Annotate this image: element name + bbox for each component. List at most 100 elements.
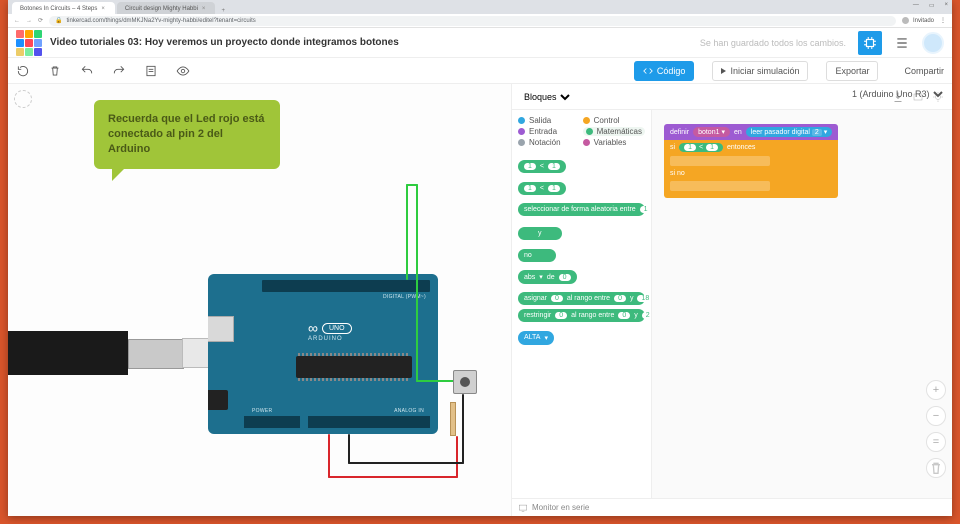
block-compare[interactable]: 1<1 — [518, 160, 566, 173]
monitor-icon — [518, 503, 528, 513]
zoom-fit-button[interactable]: = — [926, 432, 946, 452]
visibility-icon[interactable] — [176, 64, 190, 78]
simulate-button[interactable]: Iniciar simulación — [712, 61, 808, 81]
chip-icon — [863, 36, 877, 50]
zoom-in-button[interactable]: + — [926, 380, 946, 400]
profile-name: Invitado — [913, 18, 934, 24]
layout-button[interactable] — [890, 31, 914, 55]
code-icon — [643, 66, 653, 76]
resistor-component[interactable] — [450, 402, 456, 436]
block-not[interactable]: no — [518, 249, 556, 262]
pushbutton-component[interactable] — [453, 370, 477, 394]
grid-icon — [895, 36, 909, 50]
url: tinkercad.com/things/dmMKJNa2Yv-mighty-h… — [67, 18, 256, 24]
code-panel: Bloques 1 (Arduino Uno R3) Salida Contro… — [512, 84, 952, 516]
block-alta[interactable]: ALTA ▾ — [518, 331, 554, 345]
cat-variables[interactable]: Variables — [583, 138, 645, 147]
share-button[interactable]: Compartir — [896, 62, 944, 80]
export-button[interactable]: Exportar — [826, 61, 878, 81]
new-tab-button[interactable]: + — [221, 8, 225, 14]
arduino-brand: ARDUINO — [308, 336, 343, 342]
code-label: Código — [657, 66, 686, 76]
usb-cable[interactable] — [8, 331, 128, 375]
power-label: POWER — [252, 408, 272, 414]
arduino-digital-header[interactable] — [262, 280, 430, 292]
profile-avatar-icon[interactable] — [902, 17, 909, 24]
wire-black[interactable] — [462, 394, 464, 464]
wire-green[interactable] — [416, 184, 418, 382]
tutorial-hint: Recuerda que el Led rojo está conectado … — [94, 100, 280, 169]
window-minimize[interactable]: — — [913, 2, 919, 9]
trash-icon — [928, 459, 944, 477]
code-button[interactable]: Código — [634, 61, 695, 81]
wire-red[interactable] — [328, 434, 330, 478]
trash-icon[interactable] — [48, 64, 62, 78]
code-mode-select[interactable]: Bloques — [520, 91, 573, 103]
block-palette[interactable]: Salida Control Entrada Matemáticas Notac… — [512, 110, 652, 498]
tab-label: Circuit design Mighty Habbi — [125, 6, 198, 12]
tinkercad-logo[interactable] — [16, 30, 42, 56]
arduino-analog-header[interactable] — [308, 416, 430, 428]
wire-black[interactable] — [348, 462, 464, 464]
project-title[interactable]: Video tutoriales 03: Hoy veremos un proy… — [50, 37, 692, 48]
rotate-icon[interactable] — [16, 64, 30, 78]
block-map[interactable]: asignar0al rango entre0y18 — [518, 292, 645, 305]
address-bar[interactable]: 🔒 tinkercad.com/things/dmMKJNa2Yv-mighty… — [49, 16, 896, 26]
browser-tab[interactable]: Circuit design Mighty Habbi × — [117, 2, 216, 14]
editor-toolbar: Código Iniciar simulación Exportar Compa… — [8, 58, 952, 84]
browser-tabstrip: Botones In Circuits – 4 Steps × Circuit d… — [8, 0, 952, 14]
block-if[interactable]: si 1<1 entonces si no — [664, 140, 838, 198]
user-avatar[interactable] — [922, 32, 944, 54]
lock-icon: 🔒 — [55, 17, 62, 24]
play-icon — [721, 68, 726, 74]
block-workspace[interactable]: definir boton1 ▾ en leer pasador digital… — [652, 110, 952, 498]
code-panel-toolbar: Bloques 1 (Arduino Uno R3) — [512, 84, 952, 110]
wire-black[interactable] — [348, 434, 350, 464]
wire-green[interactable] — [416, 380, 456, 382]
cat-matematicas[interactable]: Matemáticas — [583, 127, 645, 136]
back-icon[interactable]: ← — [14, 18, 20, 24]
block-abs[interactable]: abs▾ de0 — [518, 270, 577, 284]
zoom-out-button[interactable]: − — [926, 406, 946, 426]
browser-menu-icon[interactable]: ⋮ — [940, 17, 946, 24]
block-define[interactable]: definir boton1 ▾ en leer pasador digital… — [664, 124, 838, 140]
wire-green[interactable] — [406, 184, 408, 280]
save-status: Se han guardado todos los cambios. — [700, 38, 846, 48]
wire-red[interactable] — [456, 436, 458, 478]
workspace-trash[interactable] — [926, 458, 946, 478]
pan-control[interactable] — [14, 90, 32, 108]
wire-red[interactable] — [328, 476, 458, 478]
cat-entrada[interactable]: Entrada — [518, 127, 577, 136]
cat-control[interactable]: Control — [583, 116, 645, 125]
forward-icon[interactable]: → — [26, 18, 32, 24]
arduino-power-header[interactable] — [244, 416, 300, 428]
arduino-mcu-chip — [296, 356, 412, 378]
redo-icon[interactable] — [112, 64, 126, 78]
cat-notacion[interactable]: Notación — [518, 138, 577, 147]
arduino-usb-port — [208, 316, 234, 342]
window-close[interactable]: × — [944, 2, 948, 9]
arduino-power-jack — [208, 390, 228, 410]
block-lt[interactable]: 1<1 — [518, 182, 566, 195]
tab-label: Botones In Circuits – 4 Steps — [20, 6, 97, 12]
serial-monitor-label: Monitor en serie — [532, 503, 589, 512]
block-constrain[interactable]: restringir0al rango entre0y2 — [518, 309, 645, 322]
undo-icon[interactable] — [80, 64, 94, 78]
cat-salida[interactable]: Salida — [518, 116, 577, 125]
browser-toolbar: ← → ⟳ 🔒 tinkercad.com/things/dmMKJNa2Yv-… — [8, 14, 952, 28]
close-icon[interactable]: × — [202, 6, 206, 12]
circuit-canvas[interactable]: Recuerda que el Led rojo está conectado … — [8, 84, 512, 516]
circuits-mode-button[interactable] — [858, 31, 882, 55]
close-icon[interactable]: × — [101, 6, 105, 12]
window-maximize[interactable]: ▭ — [929, 2, 935, 9]
arduino-board[interactable]: DIGITAL (PWM~) ∞ UNO ARDUINO POWER ANALO… — [208, 274, 438, 434]
reload-icon[interactable]: ⟳ — [38, 17, 43, 24]
component-select[interactable]: 1 (Arduino Uno R3) — [848, 88, 946, 100]
block-and[interactable]: y — [518, 227, 562, 240]
block-random[interactable]: seleccionar de forma aleatoria entre1 — [518, 203, 645, 216]
simulate-label: Iniciar simulación — [730, 66, 799, 76]
serial-monitor-toggle[interactable]: Monitor en serie — [512, 498, 952, 516]
browser-tab[interactable]: Botones In Circuits – 4 Steps × — [12, 2, 115, 14]
workspace-script[interactable]: definir boton1 ▾ en leer pasador digital… — [664, 124, 838, 198]
notes-icon[interactable] — [144, 64, 158, 78]
